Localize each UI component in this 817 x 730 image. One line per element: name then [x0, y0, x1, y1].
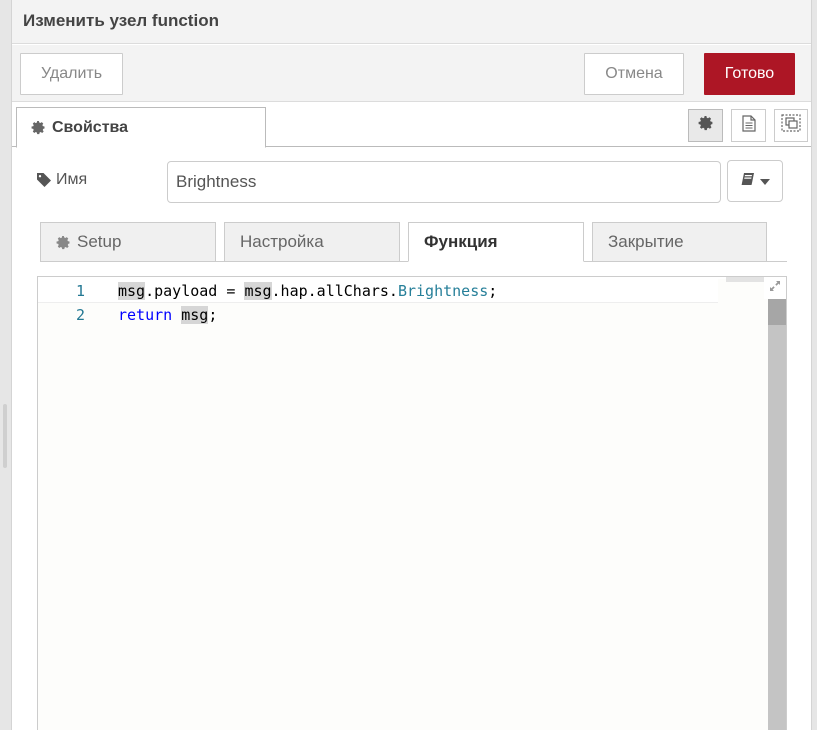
- tab-properties[interactable]: Свойства: [16, 107, 266, 148]
- token-hap: .hap.allChars.: [271, 281, 398, 300]
- tray-header: Изменить узел function: [12, 0, 811, 44]
- appearance-icon: [780, 113, 802, 138]
- tag-icon: [36, 172, 52, 188]
- line-number: 2: [75, 306, 85, 324]
- description-tab-button[interactable]: [731, 109, 766, 142]
- expand-editor-button[interactable]: [764, 277, 786, 299]
- name-row: Имя: [36, 160, 796, 204]
- code-editor[interactable]: 1 msg.payload = msg.hap.allChars.Brightn…: [37, 276, 787, 730]
- tray-toolbar: Удалить Отмена Готово: [12, 45, 811, 102]
- gear-icon: [31, 120, 46, 135]
- editor-scroll-thumb[interactable]: [768, 299, 786, 325]
- token-brightness: Brightness: [397, 281, 489, 300]
- tab-start-label: Настройка: [240, 232, 324, 251]
- cancel-button[interactable]: Отмена: [584, 53, 684, 95]
- code-line[interactable]: 2 return msg;: [38, 303, 718, 327]
- gear-icon: [56, 235, 71, 250]
- editor-scrollbar[interactable]: [768, 299, 786, 730]
- token-semicolon: ;: [208, 306, 218, 324]
- description-icon: [741, 114, 756, 137]
- code-text: msg.payload = msg.hap.allChars.Brightnes…: [118, 281, 498, 300]
- name-input[interactable]: [167, 161, 721, 203]
- edit-tray: Изменить узел function Удалить Отмена Го…: [12, 0, 811, 730]
- line-number: 1: [75, 281, 85, 300]
- tab-close[interactable]: Закрытие: [592, 222, 767, 262]
- tray-tabs: Свойства: [12, 103, 811, 148]
- tab-setup-label: Setup: [77, 232, 122, 251]
- token-return: return: [118, 306, 173, 324]
- left-resize-strip: [0, 0, 12, 730]
- tab-close-label: Закрытие: [608, 232, 684, 251]
- minimap: [726, 277, 766, 282]
- resize-handle[interactable]: [3, 404, 7, 468]
- function-sub-tabs: Setup Настройка Функция Закрытие: [40, 222, 787, 262]
- caret-down-icon: [759, 172, 770, 190]
- name-label-text: Имя: [56, 171, 88, 188]
- tab-function-label: Функция: [424, 232, 498, 251]
- settings-tab-button[interactable]: [688, 109, 723, 142]
- book-icon: [741, 172, 756, 191]
- delete-button[interactable]: Удалить: [20, 53, 123, 95]
- appearance-tab-button[interactable]: [774, 109, 808, 142]
- tab-setup[interactable]: Setup: [40, 222, 216, 262]
- name-label: Имя: [36, 171, 87, 189]
- library-button[interactable]: [727, 160, 783, 202]
- done-button[interactable]: Готово: [704, 53, 795, 95]
- tab-properties-label: Свойства: [52, 118, 129, 136]
- token-msg: msg: [118, 281, 146, 300]
- code-text: return msg;: [118, 306, 217, 324]
- gear-icon: [698, 115, 714, 136]
- right-edge: [811, 0, 817, 730]
- expand-icon: [769, 279, 781, 297]
- token-semicolon: ;: [488, 281, 498, 300]
- tray-title: Изменить узел function: [23, 11, 219, 30]
- tab-start[interactable]: Настройка: [224, 222, 400, 262]
- token-msg: msg: [244, 281, 272, 300]
- token-msg: msg: [181, 306, 209, 324]
- tab-function[interactable]: Функция: [408, 222, 584, 262]
- token-payload: .payload =: [145, 281, 245, 300]
- code-line[interactable]: 1 msg.payload = msg.hap.allChars.Brightn…: [38, 279, 718, 303]
